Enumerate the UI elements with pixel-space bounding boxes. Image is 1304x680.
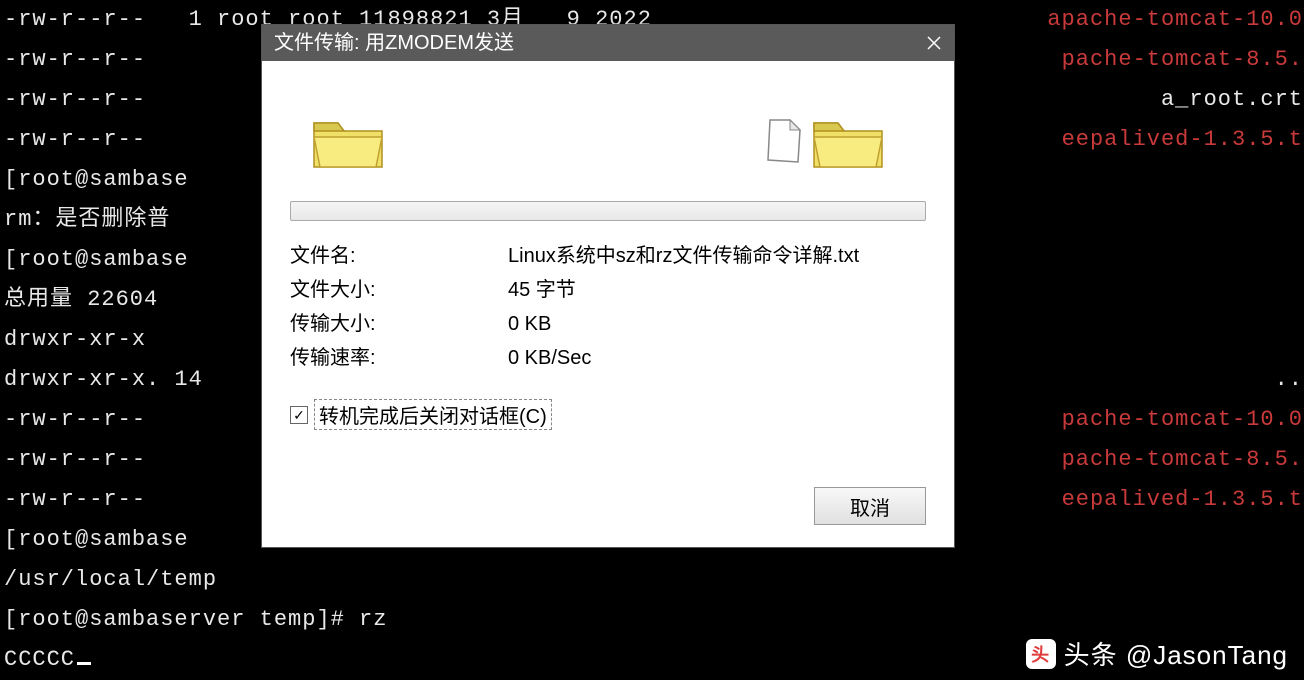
transfer-size-label: 传输大小: — [290, 307, 508, 341]
terminal-cursor — [77, 662, 91, 665]
checkbox-icon[interactable]: ✓ — [290, 406, 308, 424]
terminal-line: [root@sambaserver temp]# rz — [4, 600, 1300, 640]
document-icon — [764, 118, 802, 164]
cancel-button[interactable]: 取消 — [814, 487, 926, 525]
filesize-label: 文件大小: — [290, 273, 508, 307]
transfer-icon-row — [290, 81, 926, 201]
zmodem-transfer-dialog: 文件传输: 用ZMODEM发送 — [261, 24, 955, 548]
speed-label: 传输速率: — [290, 341, 508, 375]
filename-label: 文件名: — [290, 239, 508, 273]
watermark-text: 头条 @JasonTang — [1064, 635, 1288, 672]
progress-bar — [290, 201, 926, 221]
transfer-info: 文件名: Linux系统中sz和rz文件传输命令详解.txt 文件大小: 45 … — [290, 239, 926, 375]
transfer-size-value: 0 KB — [508, 307, 926, 341]
dialog-title-text: 文件传输: 用ZMODEM发送 — [274, 25, 514, 61]
terminal-line: /usr/local/temp — [4, 560, 1300, 600]
close-button[interactable] — [914, 25, 954, 61]
speed-value: 0 KB/Sec — [508, 341, 926, 375]
close-after-checkbox[interactable]: ✓ 转机完成后关闭对话框(C) — [290, 399, 926, 430]
toutiao-logo-icon: 头 — [1026, 639, 1056, 669]
dialog-titlebar[interactable]: 文件传输: 用ZMODEM发送 — [262, 25, 954, 61]
filename-value: Linux系统中sz和rz文件传输命令详解.txt — [508, 239, 926, 273]
checkbox-label: 转机完成后关闭对话框(C) — [314, 399, 552, 430]
filesize-value: 45 字节 — [508, 273, 926, 307]
close-icon — [927, 36, 941, 50]
watermark: 头 头条 @JasonTang — [1026, 635, 1288, 672]
source-folder-icon — [310, 111, 386, 171]
dest-folder-icon — [810, 111, 886, 171]
